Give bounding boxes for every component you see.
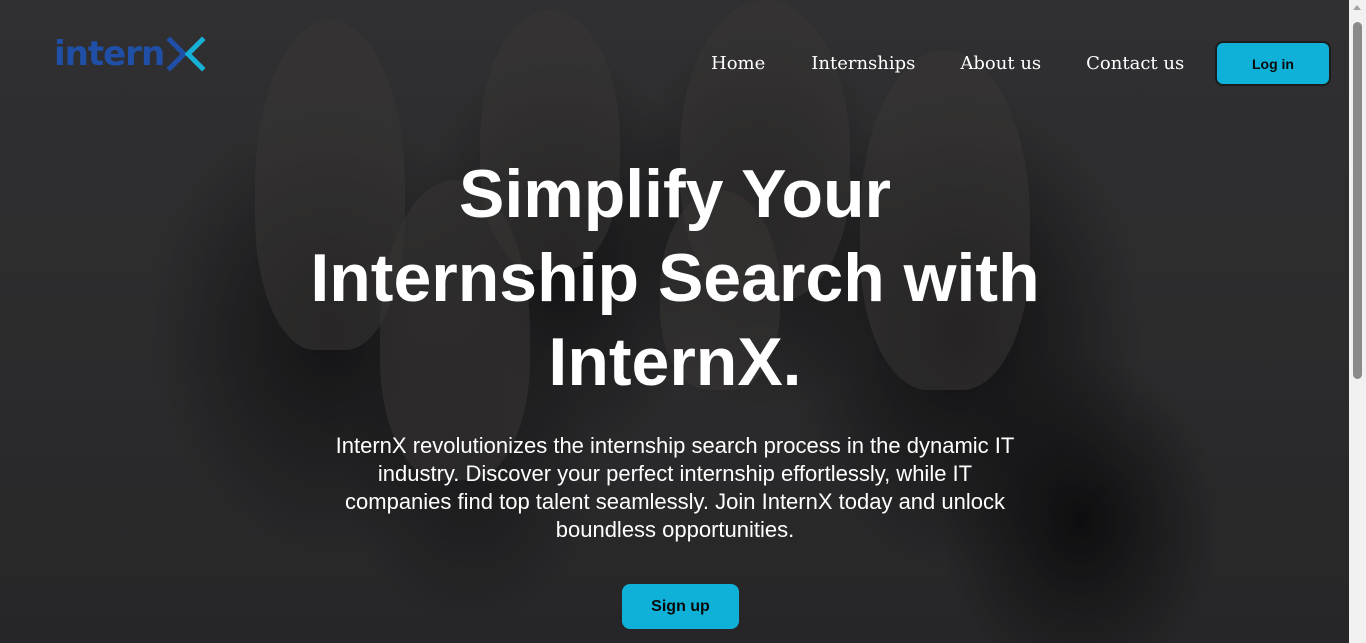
scroll-up-arrow-icon[interactable] — [1353, 5, 1361, 10]
internx-logo[interactable]: intern — [54, 30, 206, 78]
page-scrollbar[interactable] — [1349, 0, 1366, 643]
hero-description: InternX revolutionizes the internship se… — [335, 433, 1015, 542]
logo-x-icon — [166, 36, 206, 72]
nav-item-about-us[interactable]: About us — [960, 52, 1041, 76]
signup-button[interactable]: Sign up — [622, 584, 739, 629]
nav-item-internships[interactable]: Internships — [811, 52, 915, 76]
hero-title: Simplify Your Internship Search with Int… — [310, 156, 1040, 400]
main-nav: Home Internships About us Contact us — [711, 52, 1184, 76]
nav-item-home[interactable]: Home — [711, 52, 765, 76]
landing-page: intern Home Internships About us Contact… — [0, 0, 1366, 643]
nav-item-contact-us[interactable]: Contact us — [1086, 52, 1184, 76]
scrollbar-thumb[interactable] — [1353, 22, 1362, 379]
logo-text: intern — [54, 34, 165, 74]
login-button[interactable]: Log in — [1215, 41, 1331, 86]
